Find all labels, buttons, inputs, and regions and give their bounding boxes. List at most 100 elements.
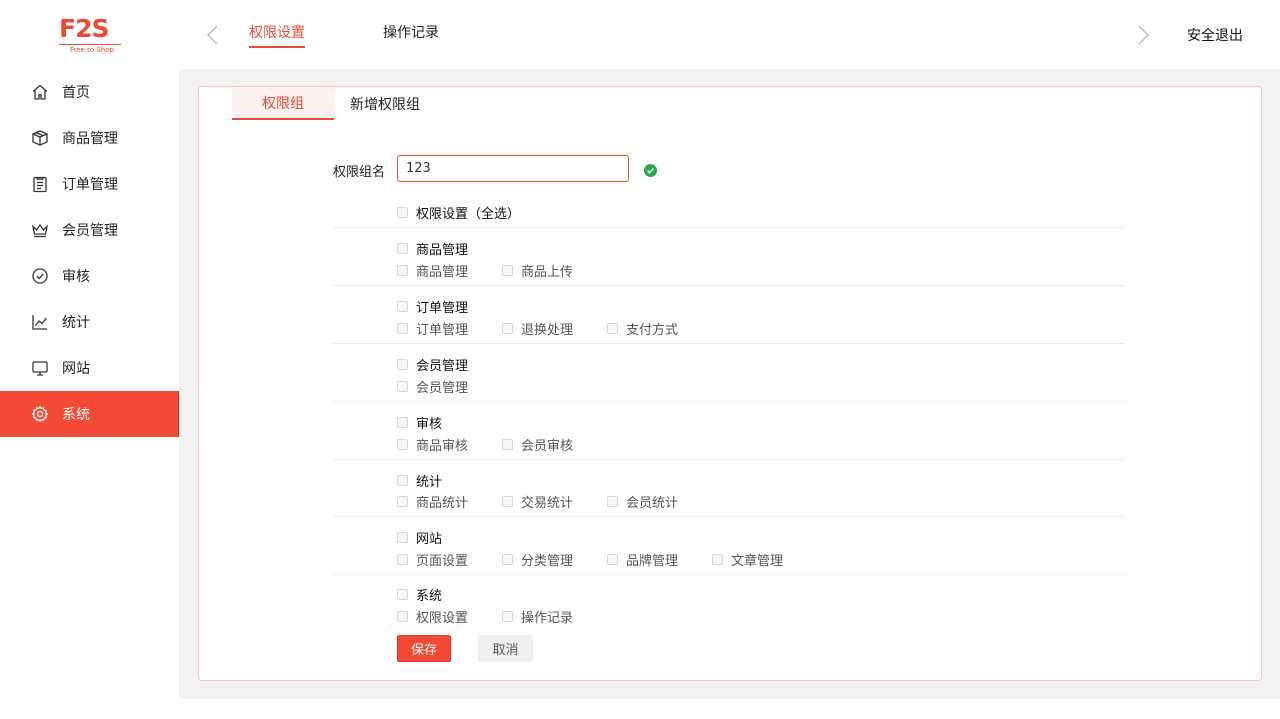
group-name-input[interactable] bbox=[397, 155, 629, 182]
child-checkbox[interactable]: 商品管理 bbox=[397, 261, 502, 280]
checkbox-box[interactable] bbox=[502, 265, 513, 276]
sidebar-item-system[interactable]: 系统 bbox=[0, 391, 179, 437]
checkbox-box[interactable] bbox=[397, 589, 408, 600]
box-icon bbox=[31, 129, 49, 147]
checkbox-box[interactable] bbox=[397, 265, 408, 276]
checkbox-label: 权限设置（全选） bbox=[416, 207, 521, 222]
checkbox-label: 订单管理 bbox=[416, 301, 469, 316]
checkbox-label: 会员管理 bbox=[416, 359, 469, 374]
checkbox-label: 会员管理 bbox=[416, 381, 469, 396]
permission-group-statistics: 统计 商品统计 交易统计 会员统计 bbox=[333, 460, 1125, 517]
home-icon bbox=[31, 83, 49, 101]
child-checkbox[interactable]: 权限设置 bbox=[397, 607, 502, 626]
check-circle-icon bbox=[31, 267, 49, 285]
sidebar-nav: 首页 商品管理 订单管理 会员管理 审核 统计 网站 系统 bbox=[0, 69, 179, 437]
cancel-button[interactable]: 取消 bbox=[478, 635, 533, 662]
group-children: 页面设置 分类管理 品牌管理 文章管理 bbox=[397, 550, 817, 569]
subtab-permission-group[interactable]: 权限组 bbox=[232, 87, 334, 120]
subtabs: 权限组 新增权限组 bbox=[232, 87, 420, 120]
child-checkbox[interactable]: 分类管理 bbox=[502, 550, 607, 569]
sidebar-item-website[interactable]: 网站 bbox=[0, 345, 179, 391]
child-checkbox[interactable]: 退换处理 bbox=[502, 319, 607, 338]
subtab-add-permission-group[interactable]: 新增权限组 bbox=[350, 87, 420, 120]
group-checkbox[interactable]: 统计 bbox=[397, 471, 442, 490]
tab-permission-settings[interactable]: 权限设置 bbox=[249, 22, 305, 48]
tab-operation-log[interactable]: 操作记录 bbox=[383, 22, 439, 42]
form-actions: 保存 取消 bbox=[397, 635, 533, 662]
checkbox-label: 品牌管理 bbox=[626, 554, 679, 569]
sidebar: F2S Free to Shop 首页 商品管理 订单管理 会员管理 审核 统计… bbox=[0, 0, 179, 719]
checkbox-box[interactable] bbox=[502, 611, 513, 622]
checkbox-box[interactable] bbox=[397, 381, 408, 392]
checkbox-box[interactable] bbox=[397, 301, 408, 312]
sidebar-item-label: 网站 bbox=[62, 361, 90, 377]
sidebar-item-review[interactable]: 审核 bbox=[0, 253, 179, 299]
checkbox-box[interactable] bbox=[397, 532, 408, 543]
checkbox-label: 系统 bbox=[416, 589, 443, 604]
checkbox-box[interactable] bbox=[712, 554, 723, 565]
checkbox-label: 权限设置 bbox=[416, 611, 469, 626]
child-checkbox[interactable]: 会员统计 bbox=[607, 492, 712, 511]
sidebar-item-home[interactable]: 首页 bbox=[0, 69, 179, 115]
child-checkbox[interactable]: 会员管理 bbox=[397, 377, 502, 396]
logout-button[interactable]: 安全退出 bbox=[1187, 25, 1243, 45]
checkbox-box[interactable] bbox=[397, 439, 408, 450]
sidebar-item-products[interactable]: 商品管理 bbox=[0, 115, 179, 161]
group-checkbox[interactable]: 审核 bbox=[397, 413, 442, 432]
checkbox-box[interactable] bbox=[397, 475, 408, 486]
child-checkbox[interactable]: 商品审核 bbox=[397, 435, 502, 454]
permission-group-system: 系统 权限设置 操作记录 bbox=[333, 575, 1125, 635]
child-checkbox[interactable]: 交易统计 bbox=[502, 492, 607, 511]
permission-panel: 权限组 新增权限组 权限组名 权限设置（全选） bbox=[198, 86, 1262, 681]
sidebar-item-label: 首页 bbox=[62, 85, 90, 101]
checkbox-box[interactable] bbox=[607, 554, 618, 565]
checkbox-label: 商品管理 bbox=[416, 265, 469, 280]
child-checkbox[interactable]: 品牌管理 bbox=[607, 550, 712, 569]
checkbox-box[interactable] bbox=[502, 439, 513, 450]
child-checkbox[interactable]: 商品统计 bbox=[397, 492, 502, 511]
save-button[interactable]: 保存 bbox=[397, 635, 451, 662]
checkbox-box[interactable] bbox=[397, 323, 408, 334]
child-checkbox[interactable]: 支付方式 bbox=[607, 319, 712, 338]
checkbox-box[interactable] bbox=[607, 496, 618, 507]
checkbox-box[interactable] bbox=[397, 359, 408, 370]
group-checkbox[interactable]: 订单管理 bbox=[397, 297, 468, 316]
child-checkbox[interactable]: 会员审核 bbox=[502, 435, 607, 454]
chevron-right-icon[interactable] bbox=[1135, 24, 1151, 46]
child-checkbox[interactable]: 商品上传 bbox=[502, 261, 607, 280]
checkbox-box[interactable] bbox=[397, 243, 408, 254]
sidebar-item-statistics[interactable]: 统计 bbox=[0, 299, 179, 345]
sidebar-item-members[interactable]: 会员管理 bbox=[0, 207, 179, 253]
group-checkbox[interactable]: 会员管理 bbox=[397, 355, 468, 374]
child-checkbox[interactable]: 操作记录 bbox=[502, 607, 607, 626]
checkbox-label: 操作记录 bbox=[521, 611, 574, 626]
child-checkbox[interactable]: 页面设置 bbox=[397, 550, 502, 569]
sidebar-item-orders[interactable]: 订单管理 bbox=[0, 161, 179, 207]
select-all-checkbox[interactable]: 权限设置（全选） bbox=[397, 203, 520, 222]
checkbox-box[interactable] bbox=[502, 323, 513, 334]
sidebar-item-label: 审核 bbox=[62, 269, 90, 285]
checkbox-box[interactable] bbox=[397, 611, 408, 622]
checkbox-box[interactable] bbox=[502, 496, 513, 507]
checkbox-box[interactable] bbox=[397, 417, 408, 428]
checkbox-box[interactable] bbox=[397, 207, 408, 218]
checkbox-label: 退换处理 bbox=[521, 323, 574, 338]
checkbox-box[interactable] bbox=[397, 496, 408, 507]
checkbox-box[interactable] bbox=[397, 554, 408, 565]
child-checkbox[interactable]: 订单管理 bbox=[397, 319, 502, 338]
checkbox-box[interactable] bbox=[502, 554, 513, 565]
checkbox-box[interactable] bbox=[607, 323, 618, 334]
gear-icon bbox=[31, 405, 49, 423]
sidebar-item-label: 统计 bbox=[62, 315, 90, 331]
checkbox-label: 订单管理 bbox=[416, 323, 469, 338]
checkbox-label: 会员审核 bbox=[521, 439, 574, 454]
permission-group-review: 审核 商品审核 会员审核 bbox=[333, 402, 1125, 460]
group-checkbox[interactable]: 系统 bbox=[397, 585, 442, 604]
sidebar-item-label: 会员管理 bbox=[62, 223, 118, 239]
logo[interactable]: F2S Free to Shop bbox=[59, 16, 123, 56]
group-checkbox[interactable]: 网站 bbox=[397, 528, 442, 547]
child-checkbox[interactable]: 文章管理 bbox=[712, 550, 817, 569]
group-checkbox[interactable]: 商品管理 bbox=[397, 239, 468, 258]
chevron-left-icon[interactable] bbox=[205, 24, 221, 46]
group-children: 权限设置 操作记录 bbox=[397, 607, 607, 626]
